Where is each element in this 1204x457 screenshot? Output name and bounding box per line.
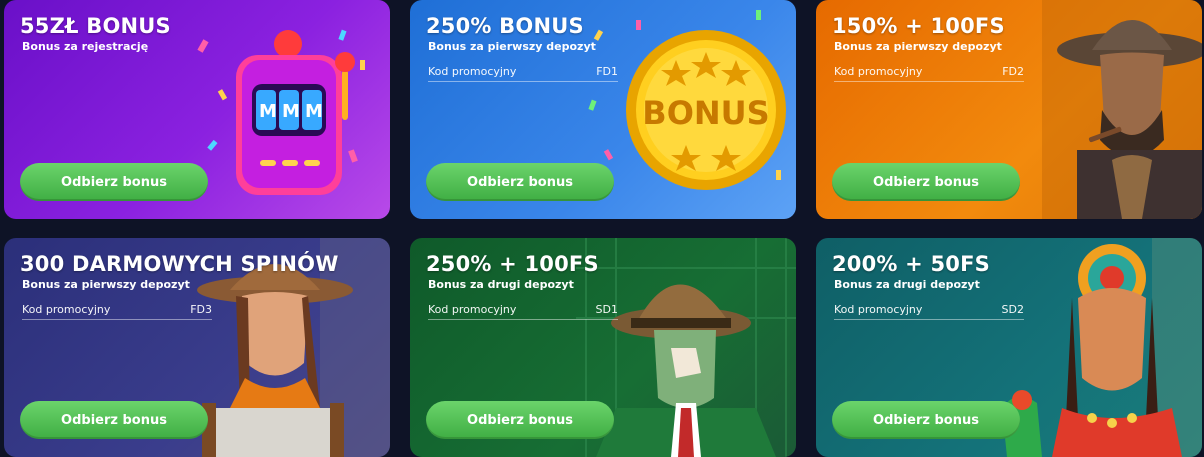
bonus-card-sd2: 200% + 50FS Bonus za drugi depozyt Kod p… [816, 238, 1202, 457]
promo-code-row: Kod promocyjny FD2 [834, 65, 1024, 82]
promo-code-label: Kod promocyjny [428, 65, 517, 78]
card-subtitle: Bonus za pierwszy depozyt [834, 40, 1002, 53]
claim-bonus-button[interactable]: Odbierz bonus [20, 163, 208, 201]
card-subtitle: Bonus za drugi depozyt [428, 278, 574, 291]
promo-code-label: Kod promocyjny [22, 303, 111, 316]
promo-code-label: Kod promocyjny [428, 303, 517, 316]
card-subtitle: Bonus za pierwszy depozyt [428, 40, 596, 53]
promo-code-label: Kod promocyjny [834, 65, 923, 78]
card-title: 300 DARMOWYCH SPINÓW [20, 252, 339, 276]
bonus-card-fd1: BONUS 250% BONUS Bonus za pierwszy depoz… [410, 0, 796, 219]
card-title: 55ZŁ BONUS [20, 14, 171, 38]
bonus-card-registration: MMM 55ZŁ BONUS Bonus za rejestrację Odbi… [4, 0, 390, 219]
bonus-card-sd1: 250% + 100FS Bonus za drugi depozyt Kod … [410, 238, 796, 457]
card-subtitle: Bonus za drugi depozyt [834, 278, 980, 291]
card-title: 250% BONUS [426, 14, 584, 38]
promo-code-row: Kod promocyjny FD1 [428, 65, 618, 82]
svg-text:BONUS: BONUS [642, 94, 769, 132]
promo-code-value: FD3 [190, 303, 212, 316]
card-title: 200% + 50FS [832, 252, 990, 276]
svg-text:M: M [282, 101, 300, 122]
claim-bonus-button[interactable]: Odbierz bonus [20, 401, 208, 439]
bonus-card-fd2: 150% + 100FS Bonus za pierwszy depozyt K… [816, 0, 1202, 219]
svg-text:M: M [259, 101, 277, 122]
promo-code-value: FD1 [596, 65, 618, 78]
svg-text:M: M [305, 101, 323, 122]
claim-bonus-button[interactable]: Odbierz bonus [832, 401, 1020, 439]
promo-code-value: SD2 [1001, 303, 1024, 316]
claim-bonus-button[interactable]: Odbierz bonus [426, 163, 614, 201]
promo-code-value: FD2 [1002, 65, 1024, 78]
promo-code-row: Kod promocyjny SD1 [428, 303, 618, 320]
promo-code-label: Kod promocyjny [834, 303, 923, 316]
card-title: 250% + 100FS [426, 252, 599, 276]
promo-code-row: Kod promocyjny SD2 [834, 303, 1024, 320]
bonus-card-fd3: 300 DARMOWYCH SPINÓW Bonus za pierwszy d… [4, 238, 390, 457]
card-subtitle: Bonus za pierwszy depozyt [22, 278, 190, 291]
card-title: 150% + 100FS [832, 14, 1005, 38]
claim-bonus-button[interactable]: Odbierz bonus [832, 163, 1020, 201]
claim-bonus-button[interactable]: Odbierz bonus [426, 401, 614, 439]
card-subtitle: Bonus za rejestrację [22, 40, 149, 53]
promo-code-row: Kod promocyjny FD3 [22, 303, 212, 320]
promo-code-value: SD1 [595, 303, 618, 316]
